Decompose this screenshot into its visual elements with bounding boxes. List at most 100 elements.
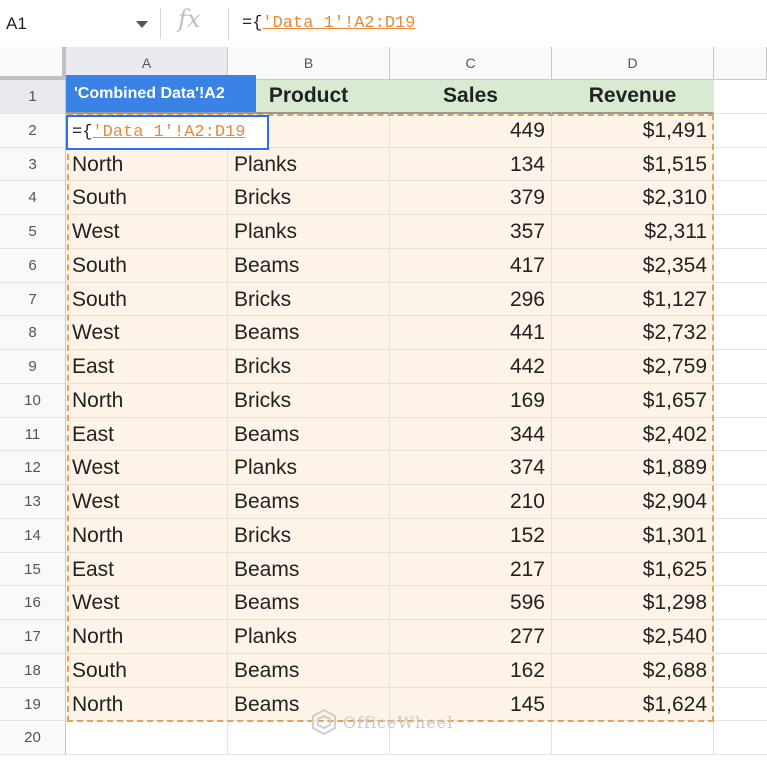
empty-cell[interactable] [714,586,767,620]
data-cell[interactable]: South [66,283,228,316]
row-header-1[interactable]: 1 [0,80,66,114]
empty-cell[interactable] [714,80,767,114]
data-cell[interactable]: North [66,620,228,654]
data-cell[interactable]: Beams [228,485,390,519]
header-cell-d[interactable]: Revenue [552,80,714,114]
empty-cell[interactable] [714,553,767,586]
data-cell[interactable]: $2,310 [552,181,714,215]
empty-cell[interactable] [714,519,767,553]
row-header-11[interactable]: 11 [0,418,66,451]
empty-cell[interactable] [714,721,767,755]
empty-cell[interactable] [66,721,228,755]
data-cell[interactable]: $1,889 [552,451,714,485]
data-cell[interactable]: Bricks [228,384,390,418]
row-header-19[interactable]: 19 [0,688,66,721]
data-cell[interactable]: Bricks [228,283,390,316]
data-cell[interactable]: $2,904 [552,485,714,519]
row-header-8[interactable]: 8 [0,316,66,350]
row-header-15[interactable]: 15 [0,553,66,586]
data-cell[interactable]: Beams [228,586,390,620]
row-header-20[interactable]: 20 [0,721,66,755]
data-cell[interactable]: $1,625 [552,553,714,586]
data-cell[interactable]: $1,657 [552,384,714,418]
data-cell[interactable]: North [66,148,228,181]
empty-cell[interactable] [714,148,767,181]
row-header-10[interactable]: 10 [0,384,66,418]
column-header-d[interactable]: D [552,47,714,80]
data-cell[interactable]: South [66,249,228,283]
data-cell[interactable]: Bricks [228,519,390,553]
data-cell[interactable]: Beams [228,418,390,451]
empty-cell[interactable] [714,249,767,283]
empty-cell[interactable] [714,316,767,350]
data-cell[interactable]: 442 [390,350,552,384]
empty-cell[interactable] [714,215,767,249]
data-cell[interactable]: $2,311 [552,215,714,249]
row-header-14[interactable]: 14 [0,519,66,553]
empty-cell[interactable] [714,283,767,316]
data-cell[interactable]: East [66,350,228,384]
empty-cell[interactable] [714,688,767,721]
data-cell[interactable]: 441 [390,316,552,350]
data-cell[interactable]: North [66,688,228,721]
data-cell[interactable]: $1,301 [552,519,714,553]
data-cell[interactable]: Bricks [228,181,390,215]
data-cell[interactable]: 277 [390,620,552,654]
data-cell[interactable]: $1,298 [552,586,714,620]
row-header-9[interactable]: 9 [0,350,66,384]
chevron-down-icon[interactable] [136,21,148,28]
cell-editor[interactable]: ={'Data 1'!A2:D19 [66,115,269,150]
data-cell[interactable]: 169 [390,384,552,418]
row-header-2[interactable]: 2 [0,114,66,148]
data-cell[interactable]: 417 [390,249,552,283]
data-cell[interactable]: West [66,316,228,350]
data-cell[interactable]: North [66,519,228,553]
data-cell[interactable]: 217 [390,553,552,586]
data-cell[interactable]: $1,515 [552,148,714,181]
data-cell[interactable]: $2,354 [552,249,714,283]
data-cell[interactable]: 379 [390,181,552,215]
data-cell[interactable]: East [66,553,228,586]
data-cell[interactable]: $1,127 [552,283,714,316]
data-cell[interactable]: Planks [228,620,390,654]
empty-cell[interactable] [714,485,767,519]
data-cell[interactable]: West [66,451,228,485]
data-cell[interactable]: East [66,418,228,451]
data-cell[interactable]: $2,732 [552,316,714,350]
data-cell[interactable]: Bricks [228,350,390,384]
row-header-16[interactable]: 16 [0,586,66,620]
data-cell[interactable]: Beams [228,249,390,283]
data-cell[interactable]: 152 [390,519,552,553]
formula-input[interactable]: ={'Data 1'!A2:D19 [242,14,415,33]
data-cell[interactable]: 344 [390,418,552,451]
empty-cell[interactable] [714,418,767,451]
row-header-7[interactable]: 7 [0,283,66,316]
data-cell[interactable]: 162 [390,654,552,688]
data-cell[interactable]: 357 [390,215,552,249]
data-cell[interactable]: Beams [228,654,390,688]
data-cell[interactable]: $2,688 [552,654,714,688]
data-cell[interactable]: $1,491 [552,114,714,148]
row-header-3[interactable]: 3 [0,148,66,181]
data-cell[interactable]: $1,624 [552,688,714,721]
empty-cell[interactable] [714,620,767,654]
data-cell[interactable]: 449 [390,114,552,148]
data-cell[interactable]: South [66,654,228,688]
data-cell[interactable]: $2,540 [552,620,714,654]
data-cell[interactable]: $2,759 [552,350,714,384]
data-cell[interactable]: Planks [228,451,390,485]
data-cell[interactable]: 210 [390,485,552,519]
empty-cell[interactable] [714,181,767,215]
data-cell[interactable]: 134 [390,148,552,181]
select-all-corner[interactable] [0,47,66,80]
empty-cell[interactable] [714,384,767,418]
data-cell[interactable]: West [66,485,228,519]
row-header-12[interactable]: 12 [0,451,66,485]
data-cell[interactable]: Planks [228,215,390,249]
header-cell-c[interactable]: Sales [390,80,552,114]
row-header-6[interactable]: 6 [0,249,66,283]
data-cell[interactable]: West [66,586,228,620]
row-header-18[interactable]: 18 [0,654,66,688]
data-cell[interactable]: Planks [228,148,390,181]
column-header-c[interactable]: C [390,47,552,80]
